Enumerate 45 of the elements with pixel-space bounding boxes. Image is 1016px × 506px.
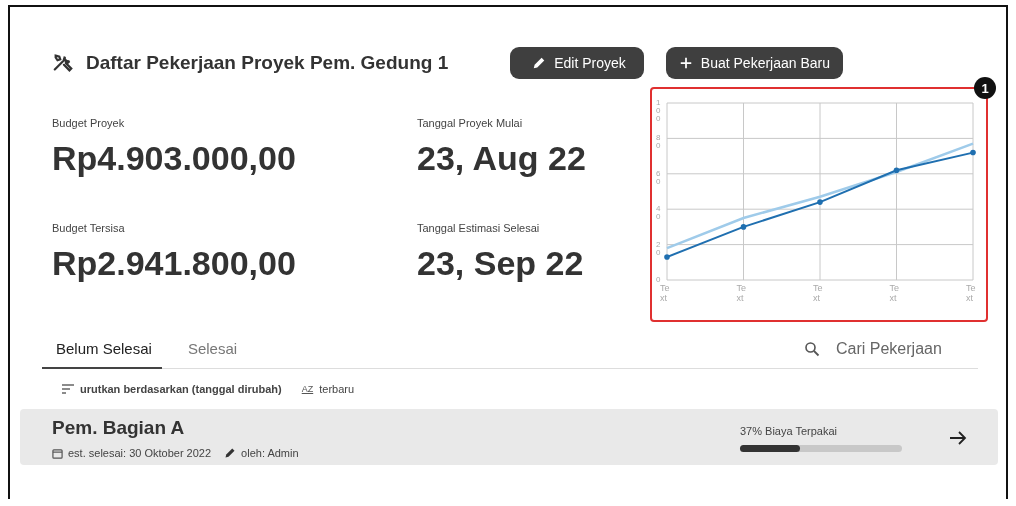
stat-value: 23, Sep 22 xyxy=(417,243,585,283)
data-point xyxy=(893,167,900,174)
stat-label: Budget Proyek xyxy=(52,117,126,129)
pencil-icon xyxy=(224,447,237,459)
x-tick-label: Text xyxy=(736,283,747,303)
task-due: est. selesai: 30 Oktober 2022 xyxy=(68,447,212,459)
sort-order[interactable]: terbaru xyxy=(319,383,355,395)
y-tick-label: 6 0 xyxy=(656,169,662,186)
sort-icon xyxy=(62,384,74,394)
search-icon xyxy=(804,341,820,357)
page-title: Daftar Pekerjaan Proyek Pem. Gedung 1 xyxy=(86,52,449,74)
y-tick-label: 8 0 xyxy=(656,134,662,151)
stat-value: 23, Aug 22 xyxy=(417,139,587,178)
data-point xyxy=(970,149,976,156)
stat-label: Budget Tersisa xyxy=(52,221,126,234)
step-badge: 1 xyxy=(974,77,996,99)
data-point xyxy=(817,199,823,205)
pencil-icon xyxy=(532,56,547,70)
tools-icon xyxy=(52,52,74,74)
stat-label: Tanggal Proyek Mulai xyxy=(417,117,524,129)
plus-icon xyxy=(678,56,693,70)
task-name: Pem. Bagian A xyxy=(52,417,186,439)
data-point xyxy=(740,224,747,230)
calendar-icon xyxy=(52,447,63,459)
x-tick-label: Text xyxy=(966,283,977,303)
sort-label[interactable]: urutkan berdasarkan (tanggal dirubah) xyxy=(80,383,282,395)
usage-label: 37% Biaya Terpakai xyxy=(740,424,839,437)
tab[interactable]: Selesai xyxy=(173,330,248,369)
task-author: oleh: Admin xyxy=(241,447,299,459)
y-tick-label: 0 xyxy=(656,276,662,284)
task-card[interactable]: Pem. Bagian A est. selesai: 30 Oktober 2022 oleh: Admin 37% Biaya Terpakai xyxy=(20,409,998,465)
sort-order-icon: AZ xyxy=(301,384,314,394)
x-tick-label: Text xyxy=(889,283,900,303)
stat-value: Rp4.903.000,00 xyxy=(52,139,297,178)
stat-label: Tanggal Estimasi Selesai xyxy=(417,221,541,234)
stat-value: Rp2.941.800,00 xyxy=(52,243,297,283)
x-tick-label: Text xyxy=(813,283,824,303)
y-tick-label: 2 0 xyxy=(656,240,662,257)
data-point xyxy=(664,254,670,260)
y-tick-label: 4 0 xyxy=(656,205,662,222)
action-button[interactable]: Edit Proyek xyxy=(510,47,644,79)
action-button[interactable]: Buat Pekerjaan Baru xyxy=(665,47,843,79)
tab[interactable]: Belum Selesai xyxy=(42,330,162,369)
y-tick-label: 1 0 0 xyxy=(656,99,662,123)
x-tick-label: Text xyxy=(660,283,671,303)
